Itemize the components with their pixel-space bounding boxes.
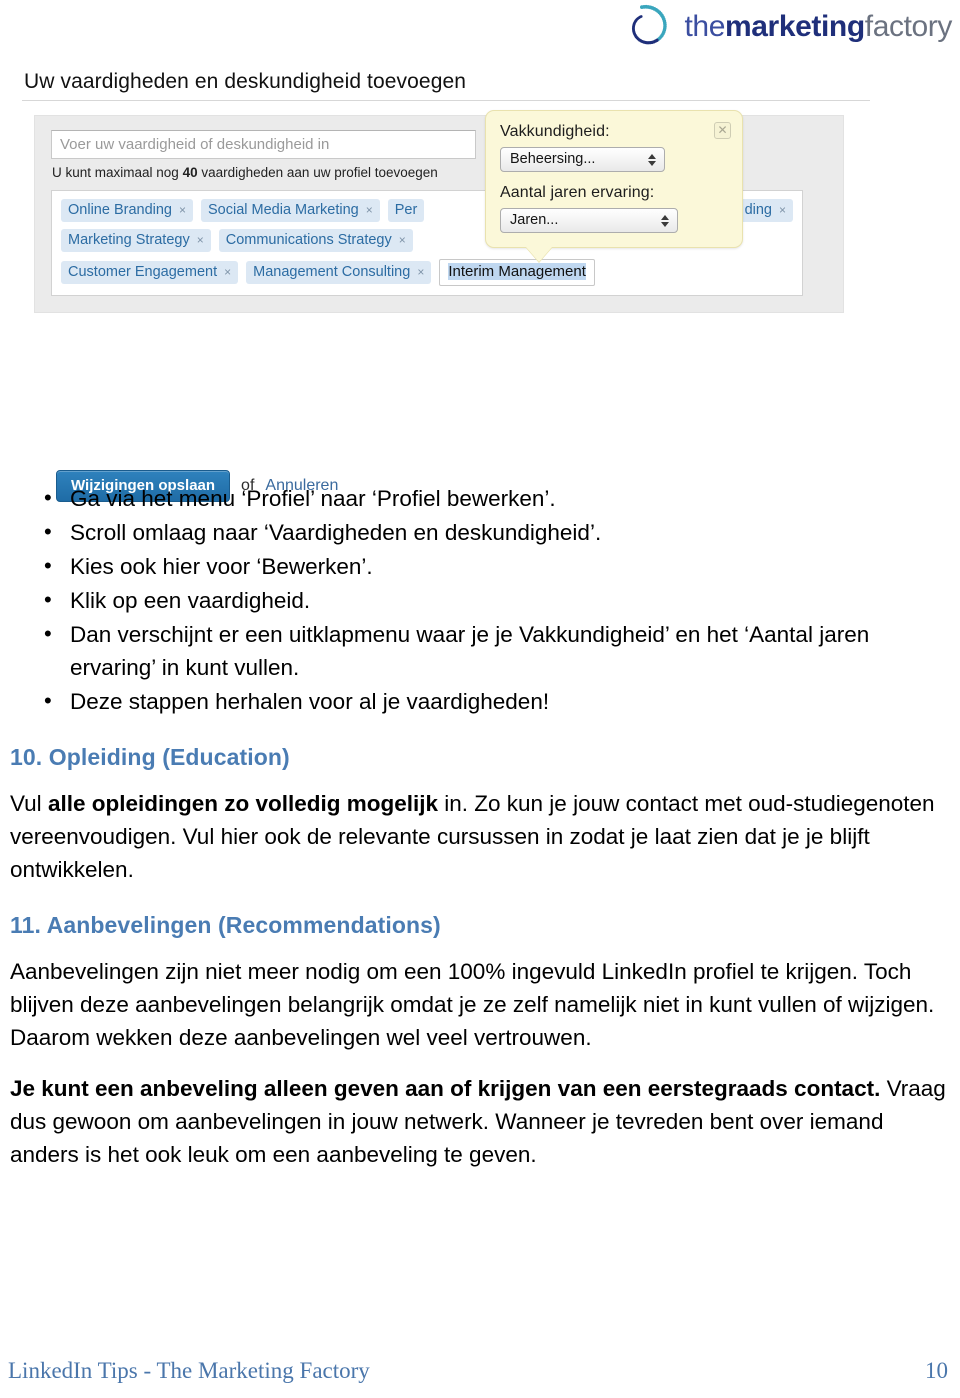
skill-tag-label: Communications Strategy [225, 232, 392, 248]
emphasis-text: Je kunt een anbeveling alleen geven aan … [10, 1076, 881, 1101]
list-item: Klik op een vaardigheid. [38, 583, 952, 617]
brand-wordmark: themarketingfactory [684, 12, 952, 42]
section-heading: 11. Aanbevelingen (Recommendations) [10, 912, 441, 938]
dotted-spiral-icon [632, 4, 668, 45]
skill-tag-label: ding [744, 202, 772, 218]
section-paragraph: Aanbevelingen zijn niet meer nodig om ee… [10, 955, 952, 1054]
section-paragraph: Vul alle opleidingen zo volledig mogelij… [10, 787, 952, 886]
brand-word-marketing: marketing [724, 10, 865, 43]
skill-tag[interactable]: Management Consulting × [246, 261, 432, 284]
skill-tag-label: Per [394, 202, 418, 218]
remove-tag-icon[interactable]: × [417, 266, 424, 278]
skill-tag[interactable]: Communications Strategy × [218, 229, 413, 252]
skill-detail-popup: ✕ Vakkundigheid: Beheersing... Aantal ja… [485, 110, 743, 262]
active-skill-input[interactable]: Interim Management [439, 259, 595, 286]
section-heading: 10. Opleiding (Education) [10, 744, 290, 770]
skill-tag[interactable]: Customer Engagement × [61, 261, 239, 284]
popup-pointer [526, 247, 552, 262]
skill-input[interactable]: Voer uw vaardigheid of deskundigheid in [51, 130, 476, 159]
skill-tag[interactable]: Social Media Marketing × [201, 199, 380, 222]
years-label: Aantal jaren ervaring: [500, 184, 655, 201]
skill-tag-partial[interactable]: ding × [737, 199, 793, 222]
linkedin-skills-screenshot: Uw vaardigheden en deskundigheid toevoeg… [22, 70, 872, 502]
close-icon[interactable]: ✕ [714, 122, 731, 139]
section-education: 10. Opleiding (Education) Vul alle oplei… [8, 744, 952, 886]
remove-tag-icon[interactable]: × [779, 204, 786, 216]
page-footer: LinkedIn Tips - The Marketing Factory 10 [8, 1358, 948, 1384]
list-item: Ga via het menu ‘Profiel’ naar ‘Profiel … [38, 481, 952, 515]
skill-tag-label: Customer Engagement [68, 264, 218, 280]
hint-count: 40 [182, 165, 198, 180]
years-select-value: Jaren... [510, 212, 559, 228]
hint-prefix: U kunt maximaal nog [52, 165, 183, 180]
years-select[interactable]: Jaren... [500, 208, 678, 233]
document-body: Ga via het menu ‘Profiel’ naar ‘Profiel … [8, 481, 952, 1189]
remove-tag-icon[interactable]: × [179, 204, 186, 216]
list-item: Dan verschijnt er een uitklapmenu waar j… [38, 617, 952, 684]
expertise-select[interactable]: Beheersing... [500, 147, 665, 172]
remove-tag-icon[interactable]: × [197, 234, 204, 246]
footer-title: LinkedIn Tips - The Marketing Factory [8, 1358, 370, 1383]
skill-tag[interactable]: Marketing Strategy × [61, 229, 211, 252]
section-paragraph: Je kunt een anbeveling alleen geven aan … [10, 1072, 952, 1171]
page-number: 10 [925, 1358, 948, 1383]
expertise-select-value: Beheersing... [510, 151, 596, 167]
brand-word-factory: factory [864, 10, 953, 43]
brand-word-the: the [684, 10, 725, 43]
remove-tag-icon[interactable]: × [399, 234, 406, 246]
steps-list: Ga via het menu ‘Profiel’ naar ‘Profiel … [8, 481, 952, 718]
skill-tag-label: Online Branding [68, 202, 172, 218]
skill-tag-label: Management Consulting [253, 264, 411, 280]
active-skill-text: Interim Management [448, 263, 586, 280]
heading-divider [22, 100, 870, 101]
skill-tag-partial[interactable]: Per [387, 199, 425, 222]
section-recommendations: 11. Aanbevelingen (Recommendations) Aanb… [8, 912, 952, 1171]
body-text: Aanbevelingen zijn niet meer nodig om ee… [10, 959, 935, 1050]
list-item: Kies ook hier voor ‘Bewerken’. [38, 549, 952, 583]
tag-row: Customer Engagement × Management Consulti… [61, 259, 793, 286]
skill-tag-label: Social Media Marketing [208, 202, 359, 218]
skill-tag-label: Marketing Strategy [68, 232, 190, 248]
stepper-arrows-icon [661, 214, 669, 227]
skills-panel: Voer uw vaardigheid of deskundigheid in … [34, 110, 844, 313]
list-item: Scroll omlaag naar ‘Vaardigheden en desk… [38, 515, 952, 549]
remove-tag-icon[interactable]: × [366, 204, 373, 216]
list-item: Deze stappen herhalen voor al je vaardig… [38, 684, 952, 718]
brand-logo: themarketingfactory [620, 2, 952, 52]
body-text: Vul [10, 791, 48, 816]
skill-tag[interactable]: Online Branding × [61, 199, 194, 222]
hint-suffix: vaardigheden aan uw profiel toevoegen [197, 165, 438, 180]
remove-tag-icon[interactable]: × [224, 266, 231, 278]
emphasis-text: alle opleidingen zo volledig mogelijk [47, 791, 438, 816]
stepper-arrows-icon [648, 153, 656, 166]
expertise-label: Vakkundigheid: [500, 123, 610, 140]
screenshot-heading: Uw vaardigheden en deskundigheid toevoeg… [24, 70, 467, 93]
